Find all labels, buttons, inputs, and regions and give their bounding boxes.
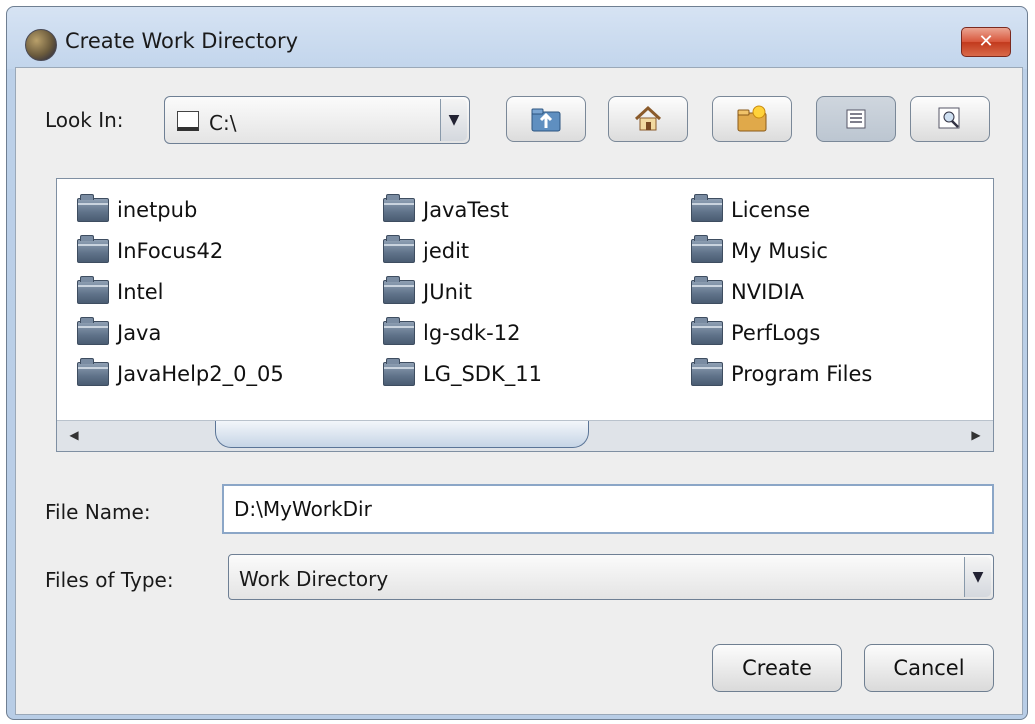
file-name-value: D:\MyWorkDir: [234, 497, 372, 521]
horizontal-scrollbar[interactable]: ◀ ▶: [57, 420, 993, 451]
folder-name: Intel: [117, 279, 164, 304]
folder-icon: [383, 275, 415, 304]
folder-icon: [77, 193, 109, 222]
file-list-column-3: License My Music NVIDIA PerfLogs Program…: [691, 189, 872, 394]
files-of-type-label: Files of Type:: [45, 568, 174, 592]
folder-icon: [383, 234, 415, 263]
list-item[interactable]: Program Files: [691, 353, 872, 394]
folder-icon: [77, 234, 109, 263]
folder-name: Program Files: [731, 361, 873, 386]
cancel-button[interactable]: Cancel: [864, 644, 994, 692]
list-item[interactable]: Java: [77, 312, 284, 353]
folder-icon: [691, 234, 723, 263]
folder-name: JavaTest: [423, 197, 509, 222]
app-globe-icon: [25, 29, 57, 61]
list-item[interactable]: jedit: [383, 230, 542, 271]
title-bar[interactable]: Create Work Directory ✕: [7, 7, 1027, 69]
file-list-column-2: JavaTest jedit JUnit lg-sdk-12 LG_SDK_11: [383, 189, 542, 394]
list-item[interactable]: My Music: [691, 230, 872, 271]
file-name-input[interactable]: D:\MyWorkDir: [222, 484, 994, 534]
list-item[interactable]: JavaTest: [383, 189, 542, 230]
folder-icon: [383, 357, 415, 386]
dialog-content: Look In: C:\ ▼ inetpub InFocus42 Intel J…: [15, 67, 1023, 715]
home-icon: [634, 105, 662, 131]
details-view-icon: [938, 107, 960, 129]
look-in-combo[interactable]: C:\ ▼: [164, 96, 470, 144]
files-of-type-combo[interactable]: Work Directory ▼: [228, 554, 994, 600]
folder-icon: [77, 275, 109, 304]
folder-name: jedit: [423, 238, 470, 263]
folder-icon: [691, 193, 723, 222]
list-item[interactable]: Intel: [77, 271, 284, 312]
list-item[interactable]: License: [691, 189, 872, 230]
list-item[interactable]: PerfLogs: [691, 312, 872, 353]
file-list-column-1: inetpub InFocus42 Intel Java JavaHelp2_0…: [77, 189, 284, 394]
folder-icon: [383, 193, 415, 222]
scroll-right-arrow-icon[interactable]: ▶: [961, 425, 991, 445]
folder-icon: [691, 357, 723, 386]
window-title: Create Work Directory: [65, 29, 299, 53]
list-item[interactable]: NVIDIA: [691, 271, 872, 312]
close-button[interactable]: ✕: [961, 27, 1011, 57]
folder-name: lg-sdk-12: [423, 320, 521, 345]
look-in-value: C:\: [209, 111, 237, 135]
up-folder-icon: [531, 108, 561, 132]
folder-icon: [691, 275, 723, 304]
create-button[interactable]: Create: [712, 644, 842, 692]
details-view-button[interactable]: [910, 96, 990, 142]
files-of-type-value: Work Directory: [239, 567, 389, 591]
folder-name: InFocus42: [117, 238, 224, 263]
list-view-icon: [846, 109, 866, 129]
look-in-dropdown-arrow[interactable]: ▼: [440, 99, 467, 141]
list-item[interactable]: LG_SDK_11: [383, 353, 542, 394]
new-folder-button[interactable]: [712, 96, 792, 142]
folder-name: LG_SDK_11: [423, 361, 542, 386]
folder-icon: [77, 357, 109, 386]
list-item[interactable]: JUnit: [383, 271, 542, 312]
folder-icon: [383, 316, 415, 345]
list-item[interactable]: JavaHelp2_0_05: [77, 353, 284, 394]
scrollbar-thumb[interactable]: [215, 421, 589, 448]
folder-name: NVIDIA: [731, 279, 804, 304]
list-view-button[interactable]: [816, 96, 896, 142]
folder-name: PerfLogs: [731, 320, 821, 345]
folder-name: JavaHelp2_0_05: [117, 361, 284, 386]
file-name-label: File Name:: [45, 500, 151, 524]
look-in-label: Look In:: [45, 108, 124, 132]
home-button[interactable]: [608, 96, 688, 142]
folder-name: License: [731, 197, 811, 222]
dialog-window: Create Work Directory ✕ Look In: C:\ ▼ i…: [6, 6, 1028, 720]
list-item[interactable]: inetpub: [77, 189, 284, 230]
scroll-left-arrow-icon[interactable]: ◀: [59, 425, 89, 445]
folder-name: JUnit: [423, 279, 472, 304]
list-item[interactable]: lg-sdk-12: [383, 312, 542, 353]
file-list[interactable]: inetpub InFocus42 Intel Java JavaHelp2_0…: [56, 178, 994, 452]
new-folder-icon: [737, 105, 767, 132]
folder-name: inetpub: [117, 197, 198, 222]
files-of-type-dropdown-arrow[interactable]: ▼: [964, 557, 991, 597]
list-item[interactable]: InFocus42: [77, 230, 284, 271]
up-one-level-button[interactable]: [506, 96, 586, 142]
folder-icon: [77, 316, 109, 345]
folder-name: My Music: [731, 238, 828, 263]
drive-icon: [177, 111, 199, 131]
folder-icon: [691, 316, 723, 345]
folder-name: Java: [117, 320, 162, 345]
